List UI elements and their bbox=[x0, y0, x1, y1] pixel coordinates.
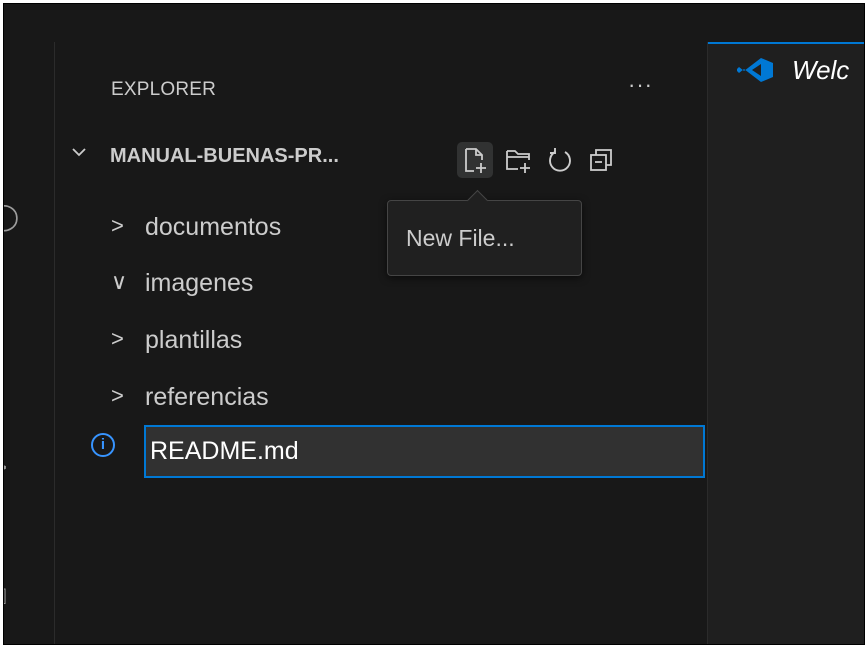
extensions-icon[interactable]: □ bbox=[4, 582, 6, 608]
title-bar bbox=[4, 4, 864, 43]
info-icon: i bbox=[91, 433, 115, 457]
tree-item-label: imagenes bbox=[145, 269, 254, 297]
tree-item-label: documentos bbox=[145, 213, 282, 241]
new-file-name-input[interactable] bbox=[144, 425, 705, 478]
files-icon[interactable]: ▯ bbox=[4, 79, 5, 105]
vscode-window: ▯ ◯ • > □ EXPLORER ··· MANUAL-BUENAS-PR.… bbox=[3, 3, 865, 645]
tab-label: Welc bbox=[792, 55, 850, 85]
chevron-right-icon: > bbox=[111, 383, 124, 408]
refresh-icon bbox=[549, 148, 571, 172]
vscode-logo-icon bbox=[737, 58, 773, 82]
chevron-right-icon: > bbox=[111, 326, 124, 351]
tooltip-text: New File... bbox=[406, 225, 515, 251]
chevron-down-icon: ∨ bbox=[111, 269, 128, 294]
run-debug-icon[interactable]: > bbox=[4, 454, 7, 480]
collapse-all-icon bbox=[590, 149, 612, 171]
new-file-icon bbox=[465, 148, 486, 173]
tree-item-label: plantillas bbox=[145, 326, 243, 354]
tree-item-plantillas[interactable]: > plantillas bbox=[55, 323, 707, 359]
explorer-title: EXPLORER bbox=[111, 79, 217, 100]
chevron-right-icon: > bbox=[111, 213, 124, 238]
activity-bar: ▯ ◯ • > □ bbox=[4, 42, 55, 644]
collapse-all-button[interactable] bbox=[583, 142, 619, 178]
tab-welcome[interactable]: Welc bbox=[708, 42, 864, 94]
new-file-tooltip: New File... bbox=[387, 189, 582, 276]
tooltip-arrow bbox=[466, 189, 489, 212]
new-folder-button[interactable] bbox=[500, 142, 536, 178]
refresh-button[interactable] bbox=[542, 142, 578, 178]
new-file-button[interactable] bbox=[457, 142, 493, 178]
tree-item-imagenes[interactable]: ∨ imagenes bbox=[55, 266, 707, 302]
tree-item-referencias[interactable]: > referencias bbox=[55, 380, 707, 416]
new-folder-icon bbox=[506, 150, 530, 173]
explorer-sidebar: EXPLORER ··· MANUAL-BUENAS-PR... > docum… bbox=[55, 42, 707, 644]
workspace-root-label: MANUAL-BUENAS-PR... bbox=[110, 145, 339, 167]
tree-item-documentos[interactable]: > documentos bbox=[55, 210, 707, 246]
search-icon[interactable]: ◯ bbox=[4, 203, 19, 229]
tree-item-label: referencias bbox=[145, 383, 269, 411]
chevron-down-icon bbox=[71, 143, 87, 166]
more-actions-button[interactable]: ··· bbox=[628, 72, 653, 98]
editor-area: Welc bbox=[707, 42, 864, 644]
